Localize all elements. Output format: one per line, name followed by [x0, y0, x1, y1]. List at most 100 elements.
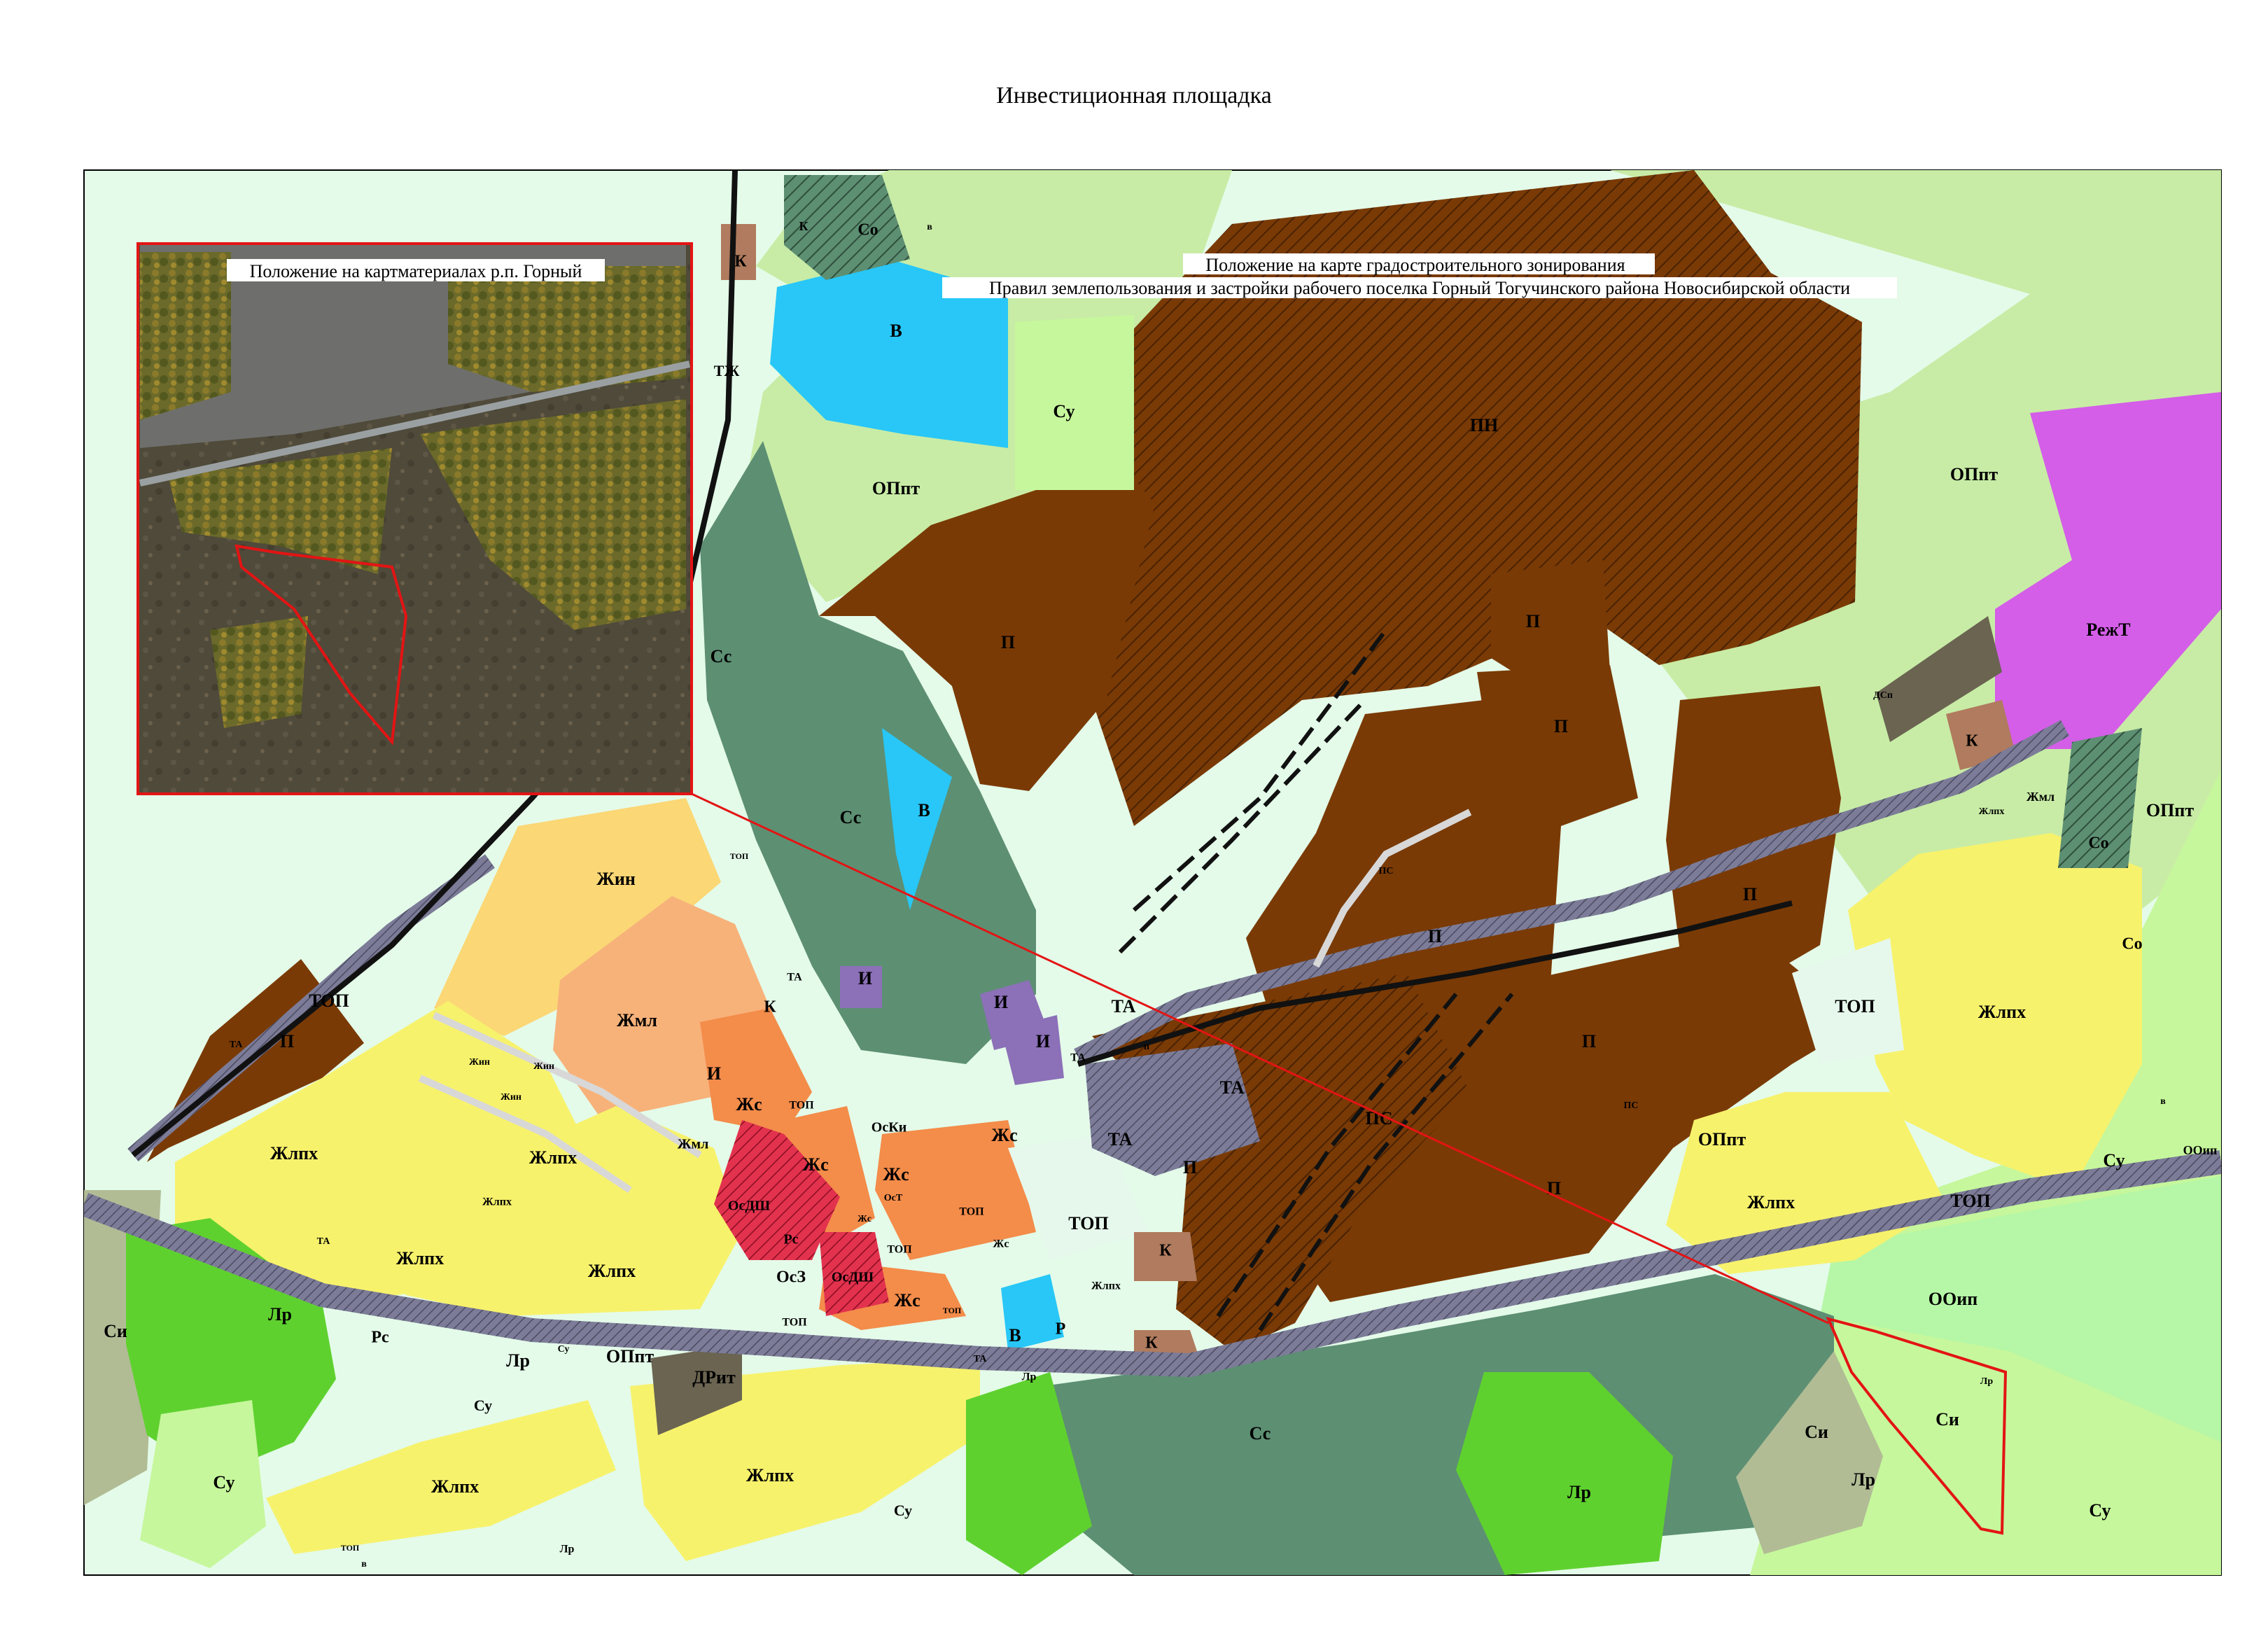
label-si-1: Си: [104, 1321, 127, 1341]
label-k-3: К: [764, 998, 776, 1016]
label-zhlph-10: Жлпх: [1091, 1280, 1121, 1292]
label-lr-2: Лр: [506, 1350, 530, 1371]
label-su-4: Су: [2103, 1150, 2124, 1170]
label-drit: ДРит: [692, 1367, 736, 1387]
label-top-2: ТОП: [1835, 996, 1875, 1016]
label-lr-5: Лр: [1022, 1371, 1037, 1383]
label-zhs-6: Жс: [858, 1214, 872, 1224]
label-v-1: В: [890, 321, 902, 341]
label-zhs-1: Жс: [736, 1094, 762, 1114]
label-ost: ОсТ: [884, 1193, 903, 1203]
label-zhs-7: Жс: [993, 1238, 1009, 1250]
label-dsp: ДСп: [1873, 690, 1893, 701]
label-zhlph-6: Жлпх: [1978, 1002, 2026, 1022]
label-ps-3: ПС: [1624, 1100, 1639, 1111]
label-i-2: И: [994, 992, 1008, 1012]
label-zhlph-8: Жлпх: [431, 1476, 479, 1497]
label-ooip-1: ООип: [1928, 1289, 1977, 1309]
label-ta-6: ТА: [230, 1040, 244, 1050]
label-i-4: И: [707, 1063, 721, 1084]
label-v-small-2: в: [2160, 1096, 2166, 1107]
label-rs-1: Рс: [371, 1329, 389, 1347]
label-zhin-4: Жин: [500, 1092, 522, 1103]
label-lr-6: Лр: [560, 1544, 575, 1555]
label-top-4: ТОП: [1068, 1213, 1108, 1233]
label-r: Р: [1056, 1320, 1066, 1338]
label-su-1: Су: [1053, 401, 1074, 421]
label-top-10: ТОП: [943, 1306, 962, 1315]
label-p-8: П: [280, 1031, 294, 1051]
label-su-5: Су: [2089, 1500, 2110, 1520]
label-ss-3: Сс: [1250, 1423, 1271, 1443]
label-p-2: П: [1526, 611, 1540, 631]
label-k-5: К: [1159, 1242, 1172, 1260]
inset-satellite: Положение на картматериалах р.п. Горный: [136, 242, 693, 795]
label-top-6: ТОП: [959, 1206, 984, 1218]
label-oski: ОсКи: [872, 1120, 906, 1135]
label-si-3: Си: [1935, 1409, 1959, 1429]
label-su-7: Су: [558, 1344, 570, 1355]
label-so-3: Со: [2122, 935, 2142, 953]
inset-forest-5: [210, 616, 308, 728]
label-top-1: ТОП: [309, 991, 349, 1011]
label-ta-8: ТА: [974, 1354, 988, 1364]
label-tzh: ТЖ: [714, 362, 740, 379]
label-zhin-1: Жин: [596, 869, 636, 889]
label-p-1: П: [1001, 632, 1015, 652]
label-ta-5: ТА: [1070, 1052, 1086, 1064]
label-zhml-2: Жмл: [678, 1137, 709, 1152]
inset-forest-1: [140, 252, 231, 420]
label-zhlph-1: Жлпх: [270, 1143, 318, 1163]
zoning-caption-line1: Положение на карте градостроительного зо…: [1205, 255, 1625, 275]
label-so-1: Со: [858, 221, 878, 239]
label-lr-3: Лр: [1567, 1482, 1591, 1502]
label-top-8: ТОП: [782, 1317, 807, 1329]
label-lr-7: Лр: [1980, 1376, 1993, 1387]
label-i-3: И: [1036, 1031, 1050, 1051]
inset-caption: Положение на картматериалах р.п. Горный: [250, 261, 582, 281]
label-zhs-4: Жс: [883, 1164, 909, 1184]
label-i-1: И: [858, 968, 872, 988]
label-si-2: Си: [1805, 1422, 1828, 1442]
label-su-2: Су: [213, 1472, 234, 1492]
label-zhlph-7: Жлпх: [1747, 1192, 1795, 1212]
label-oppt-3: ОПпт: [2146, 800, 2194, 820]
label-zhlph-2: Жлпх: [529, 1147, 577, 1168]
label-top-5: ТОП: [789, 1100, 814, 1112]
label-ta-4: ТА: [787, 972, 802, 984]
label-p-small: п: [1144, 1042, 1149, 1052]
label-lr-1: Лр: [268, 1304, 292, 1324]
label-k-4: К: [1966, 732, 1978, 750]
label-rezht: РежТ: [2086, 620, 2130, 640]
label-ooip-2: ООип: [2183, 1143, 2218, 1157]
label-ps-2: ПС: [1379, 866, 1394, 876]
label-oppt-4: ОПпт: [1698, 1129, 1746, 1149]
label-v-small-1: в: [927, 222, 932, 232]
label-p-4: П: [1743, 884, 1757, 904]
label-ta-2: ТА: [1220, 1077, 1245, 1098]
label-top-9: ТОП: [730, 851, 749, 861]
label-oppt-2: ОПпт: [1950, 464, 1998, 484]
label-v-small-3: в: [361, 1559, 367, 1569]
label-zhin-2: Жин: [469, 1057, 490, 1068]
label-zhlph-4: Жлпх: [588, 1261, 636, 1281]
label-pn: ПН: [1470, 415, 1498, 435]
label-ta-7: ТА: [317, 1236, 331, 1247]
label-ss-2: Сс: [840, 807, 862, 827]
label-p-3: П: [1554, 716, 1568, 736]
label-k-6: К: [1145, 1334, 1158, 1352]
label-k-2: К: [799, 219, 808, 233]
label-osdsh-1: ОсДШ: [728, 1198, 770, 1214]
label-rs-2: Рс: [783, 1232, 798, 1247]
label-ss-1: Сс: [710, 646, 732, 666]
label-zhml-1: Жмл: [617, 1010, 657, 1030]
label-zhs-2: Жс: [802, 1154, 828, 1175]
label-zhlph-3: Жлпх: [396, 1248, 444, 1268]
label-zhlph-9: Жлпх: [746, 1465, 794, 1485]
label-k-1: К: [734, 253, 747, 271]
label-zhs-3: Жс: [991, 1125, 1017, 1145]
label-zhml-3: Жмл: [2026, 790, 2054, 804]
label-zhlph-11: Жлпх: [1979, 806, 2005, 817]
label-zhs-5: Жс: [894, 1290, 920, 1310]
label-v-2: В: [918, 800, 930, 820]
